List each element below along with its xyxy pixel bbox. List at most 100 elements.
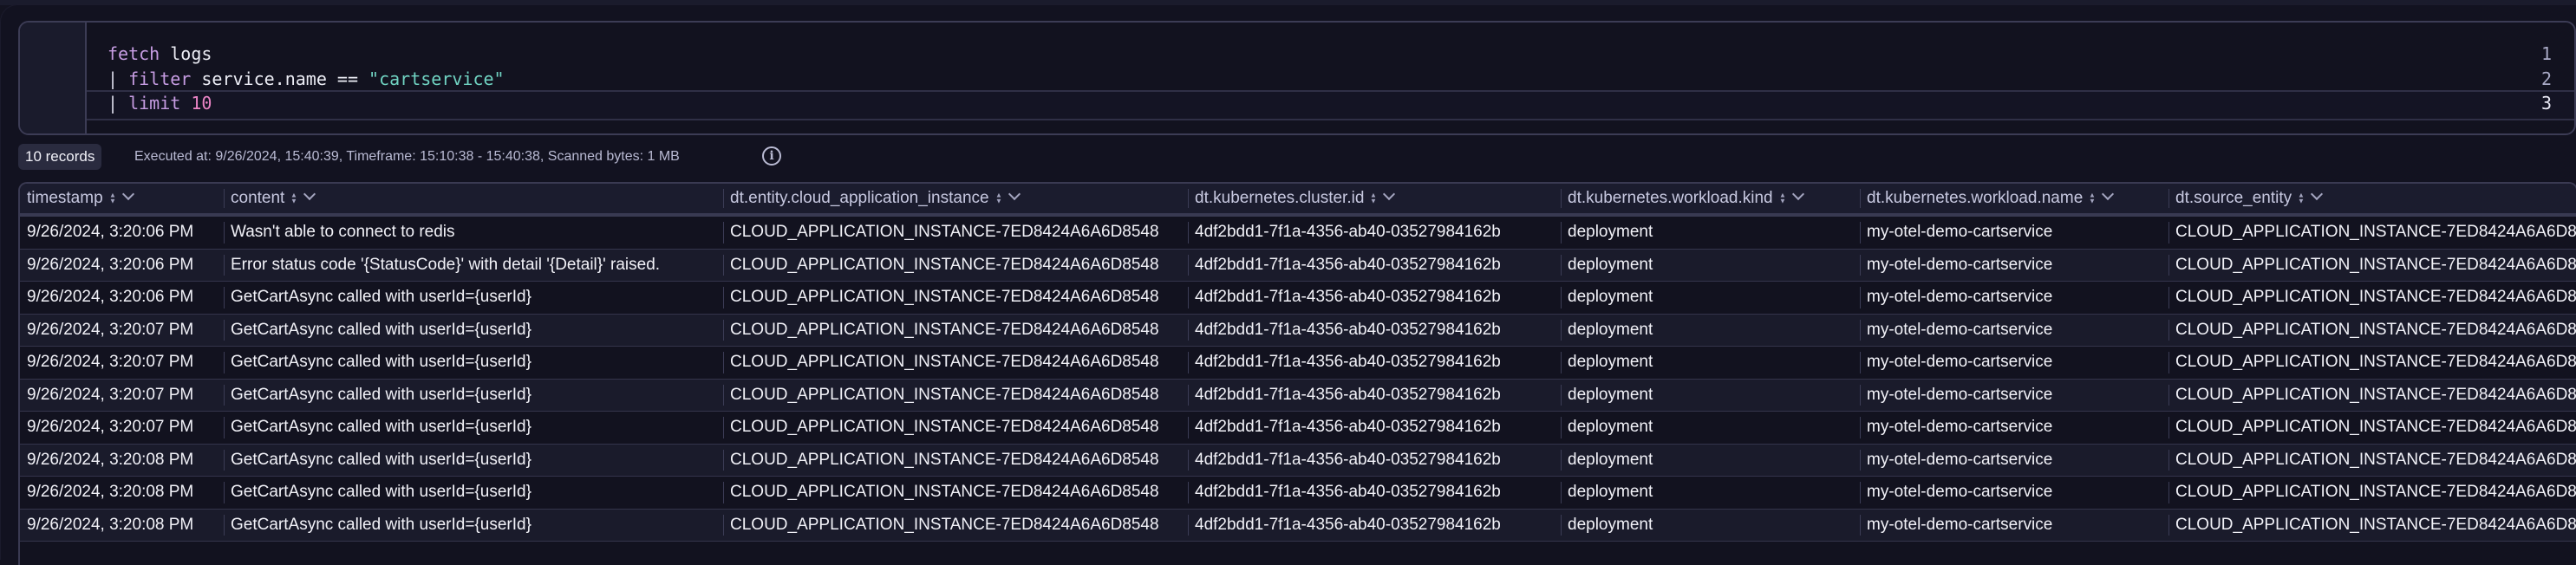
table-row[interactable]: 9/26/2024, 3:20:07 PM GetCartAsync called…	[20, 347, 2576, 380]
cell-timestamp[interactable]: 9/26/2024, 3:20:08 PM	[20, 510, 224, 542]
cell-dt-kubernetes-cluster-id[interactable]: 4df2bdd1-7f1a-4356-ab40-03527984162b	[1188, 282, 1561, 314]
info-icon[interactable]: i	[762, 146, 781, 166]
cell-dt-source-entity[interactable]: CLOUD_APPLICATION_INSTANCE-7ED8424A6A6D8…	[2168, 250, 2576, 282]
cell-dt-source-entity[interactable]: CLOUD_APPLICATION_INSTANCE-7ED8424A6A6D8…	[2168, 477, 2576, 509]
cell-content[interactable]: GetCartAsync called with userId={userId}	[224, 412, 723, 444]
sort-icon[interactable]: ▲ ▼	[2298, 192, 2305, 205]
cell-dt-kubernetes-workload-kind[interactable]: deployment	[1561, 380, 1860, 412]
sort-icon[interactable]: ▲ ▼	[1779, 192, 1786, 205]
cell-dt-entity-cloud-application-instance[interactable]: CLOUD_APPLICATION_INSTANCE-7ED8424A6A6D8…	[723, 510, 1188, 542]
cell-dt-entity-cloud-application-instance[interactable]: CLOUD_APPLICATION_INSTANCE-7ED8424A6A6D8…	[723, 315, 1188, 347]
cell-dt-kubernetes-workload-kind[interactable]: deployment	[1561, 217, 1860, 249]
cell-dt-kubernetes-workload-name[interactable]: my-otel-demo-cartservice	[1860, 510, 2168, 542]
cell-timestamp[interactable]: 9/26/2024, 3:20:07 PM	[20, 315, 224, 347]
cell-dt-entity-cloud-application-instance[interactable]: CLOUD_APPLICATION_INSTANCE-7ED8424A6A6D8…	[723, 217, 1188, 249]
cell-dt-source-entity[interactable]: CLOUD_APPLICATION_INSTANCE-7ED8424A6A6D8…	[2168, 282, 2576, 314]
cell-dt-kubernetes-workload-name[interactable]: my-otel-demo-cartservice	[1860, 445, 2168, 477]
cell-content[interactable]: GetCartAsync called with userId={userId}	[224, 445, 723, 477]
sort-icon[interactable]: ▲ ▼	[995, 192, 1002, 205]
table-row[interactable]: 9/26/2024, 3:20:07 PM GetCartAsync called…	[20, 379, 2576, 412]
cell-dt-kubernetes-workload-kind[interactable]: deployment	[1561, 445, 1860, 477]
column-header-timestamp[interactable]: timestamp ▲ ▼	[20, 184, 224, 213]
query-editor[interactable]: 1 fetch logs 2 | filter service.name == "ca…	[18, 21, 2576, 135]
table-row[interactable]: 9/26/2024, 3:20:07 PM GetCartAsync called…	[20, 314, 2576, 347]
cell-dt-kubernetes-workload-kind[interactable]: deployment	[1561, 282, 1860, 314]
cell-dt-kubernetes-workload-kind[interactable]: deployment	[1561, 510, 1860, 542]
cell-dt-entity-cloud-application-instance[interactable]: CLOUD_APPLICATION_INSTANCE-7ED8424A6A6D8…	[723, 250, 1188, 282]
cell-timestamp[interactable]: 9/26/2024, 3:20:08 PM	[20, 477, 224, 509]
code-line[interactable]: | filter service.name == "cartservice"	[108, 67, 2574, 91]
cell-dt-kubernetes-cluster-id[interactable]: 4df2bdd1-7f1a-4356-ab40-03527984162b	[1188, 380, 1561, 412]
cell-dt-entity-cloud-application-instance[interactable]: CLOUD_APPLICATION_INSTANCE-7ED8424A6A6D8…	[723, 347, 1188, 379]
cell-timestamp[interactable]: 9/26/2024, 3:20:07 PM	[20, 412, 224, 444]
code-line[interactable]: fetch logs	[108, 42, 2574, 66]
cell-timestamp[interactable]: 9/26/2024, 3:20:08 PM	[20, 445, 224, 477]
column-header-dt-kubernetes-cluster-id[interactable]: dt.kubernetes.cluster.id ▲ ▼	[1188, 184, 1561, 213]
table-row[interactable]: 9/26/2024, 3:20:08 PM GetCartAsync called…	[20, 509, 2576, 542]
cell-content[interactable]: Error status code '{StatusCode}' with de…	[224, 250, 723, 282]
chevron-down-icon[interactable]	[1791, 187, 1804, 201]
cell-dt-kubernetes-cluster-id[interactable]: 4df2bdd1-7f1a-4356-ab40-03527984162b	[1188, 347, 1561, 379]
table-row[interactable]: 9/26/2024, 3:20:07 PM GetCartAsync called…	[20, 412, 2576, 445]
column-header-dt-kubernetes-workload-kind[interactable]: dt.kubernetes.workload.kind ▲ ▼	[1561, 184, 1860, 213]
cell-timestamp[interactable]: 9/26/2024, 3:20:06 PM	[20, 217, 224, 249]
cell-dt-source-entity[interactable]: CLOUD_APPLICATION_INSTANCE-7ED8424A6A6D8…	[2168, 445, 2576, 477]
chevron-down-icon[interactable]	[121, 187, 134, 201]
cell-dt-kubernetes-workload-kind[interactable]: deployment	[1561, 477, 1860, 509]
cell-dt-kubernetes-cluster-id[interactable]: 4df2bdd1-7f1a-4356-ab40-03527984162b	[1188, 477, 1561, 509]
cell-dt-kubernetes-workload-kind[interactable]: deployment	[1561, 412, 1860, 444]
cell-dt-kubernetes-workload-name[interactable]: my-otel-demo-cartservice	[1860, 380, 2168, 412]
cell-dt-kubernetes-workload-kind[interactable]: deployment	[1561, 315, 1860, 347]
chevron-down-icon[interactable]	[2102, 187, 2115, 201]
cell-dt-source-entity[interactable]: CLOUD_APPLICATION_INSTANCE-7ED8424A6A6D8…	[2168, 315, 2576, 347]
cell-dt-entity-cloud-application-instance[interactable]: CLOUD_APPLICATION_INSTANCE-7ED8424A6A6D8…	[723, 380, 1188, 412]
cell-dt-kubernetes-workload-kind[interactable]: deployment	[1561, 250, 1860, 282]
chevron-down-icon[interactable]	[1383, 187, 1396, 201]
chevron-down-icon[interactable]	[1008, 187, 1021, 201]
table-row[interactable]: 9/26/2024, 3:20:06 PM GetCartAsync called…	[20, 282, 2576, 315]
cell-dt-kubernetes-workload-name[interactable]: my-otel-demo-cartservice	[1860, 347, 2168, 379]
cell-content[interactable]: GetCartAsync called with userId={userId}	[224, 282, 723, 314]
table-row[interactable]: 9/26/2024, 3:20:06 PM Wasn't able to conn…	[20, 217, 2576, 250]
cell-dt-kubernetes-cluster-id[interactable]: 4df2bdd1-7f1a-4356-ab40-03527984162b	[1188, 217, 1561, 249]
cell-dt-source-entity[interactable]: CLOUD_APPLICATION_INSTANCE-7ED8424A6A6D8…	[2168, 510, 2576, 542]
column-header-dt-source-entity[interactable]: dt.source_entity ▲ ▼	[2168, 184, 2576, 213]
code-line[interactable]: | limit 10	[108, 91, 2574, 115]
cell-content[interactable]: GetCartAsync called with userId={userId}	[224, 315, 723, 347]
cell-dt-kubernetes-cluster-id[interactable]: 4df2bdd1-7f1a-4356-ab40-03527984162b	[1188, 412, 1561, 444]
sort-icon[interactable]: ▲ ▼	[290, 192, 297, 205]
cell-content[interactable]: GetCartAsync called with userId={userId}	[224, 347, 723, 379]
table-row[interactable]: 9/26/2024, 3:20:06 PM Error status code '…	[20, 249, 2576, 282]
cell-timestamp[interactable]: 9/26/2024, 3:20:06 PM	[20, 282, 224, 314]
cell-dt-entity-cloud-application-instance[interactable]: CLOUD_APPLICATION_INSTANCE-7ED8424A6A6D8…	[723, 412, 1188, 444]
sort-icon[interactable]: ▲ ▼	[2089, 192, 2096, 205]
cell-dt-kubernetes-cluster-id[interactable]: 4df2bdd1-7f1a-4356-ab40-03527984162b	[1188, 510, 1561, 542]
cell-dt-entity-cloud-application-instance[interactable]: CLOUD_APPLICATION_INSTANCE-7ED8424A6A6D8…	[723, 445, 1188, 477]
cell-dt-kubernetes-cluster-id[interactable]: 4df2bdd1-7f1a-4356-ab40-03527984162b	[1188, 445, 1561, 477]
cell-dt-kubernetes-cluster-id[interactable]: 4df2bdd1-7f1a-4356-ab40-03527984162b	[1188, 315, 1561, 347]
table-row[interactable]: 9/26/2024, 3:20:08 PM GetCartAsync called…	[20, 444, 2576, 477]
table-row[interactable]: 9/26/2024, 3:20:08 PM GetCartAsync called…	[20, 477, 2576, 510]
chevron-down-icon[interactable]	[2311, 187, 2324, 201]
column-header-dt-entity-cloud-application-instance[interactable]: dt.entity.cloud_application_instance ▲ ▼	[723, 184, 1188, 213]
cell-dt-kubernetes-workload-name[interactable]: my-otel-demo-cartservice	[1860, 315, 2168, 347]
column-header-dt-kubernetes-workload-name[interactable]: dt.kubernetes.workload.name ▲ ▼	[1860, 184, 2168, 213]
sort-icon[interactable]: ▲ ▼	[1370, 192, 1377, 205]
chevron-down-icon[interactable]	[303, 187, 316, 201]
cell-dt-entity-cloud-application-instance[interactable]: CLOUD_APPLICATION_INSTANCE-7ED8424A6A6D8…	[723, 282, 1188, 314]
cell-dt-source-entity[interactable]: CLOUD_APPLICATION_INSTANCE-7ED8424A6A6D8…	[2168, 347, 2576, 379]
cell-dt-kubernetes-workload-name[interactable]: my-otel-demo-cartservice	[1860, 412, 2168, 444]
cell-dt-source-entity[interactable]: CLOUD_APPLICATION_INSTANCE-7ED8424A6A6D8…	[2168, 217, 2576, 249]
cell-dt-kubernetes-workload-kind[interactable]: deployment	[1561, 347, 1860, 379]
cell-dt-kubernetes-workload-name[interactable]: my-otel-demo-cartservice	[1860, 250, 2168, 282]
cell-dt-kubernetes-cluster-id[interactable]: 4df2bdd1-7f1a-4356-ab40-03527984162b	[1188, 250, 1561, 282]
cell-content[interactable]: GetCartAsync called with userId={userId}	[224, 510, 723, 542]
cell-dt-kubernetes-workload-name[interactable]: my-otel-demo-cartservice	[1860, 217, 2168, 249]
column-header-content[interactable]: content ▲ ▼	[224, 184, 723, 213]
cell-timestamp[interactable]: 9/26/2024, 3:20:07 PM	[20, 380, 224, 412]
cell-dt-kubernetes-workload-name[interactable]: my-otel-demo-cartservice	[1860, 282, 2168, 314]
cell-content[interactable]: GetCartAsync called with userId={userId}	[224, 380, 723, 412]
cell-dt-entity-cloud-application-instance[interactable]: CLOUD_APPLICATION_INSTANCE-7ED8424A6A6D8…	[723, 477, 1188, 509]
cell-timestamp[interactable]: 9/26/2024, 3:20:07 PM	[20, 347, 224, 379]
cell-content[interactable]: Wasn't able to connect to redis	[224, 217, 723, 249]
